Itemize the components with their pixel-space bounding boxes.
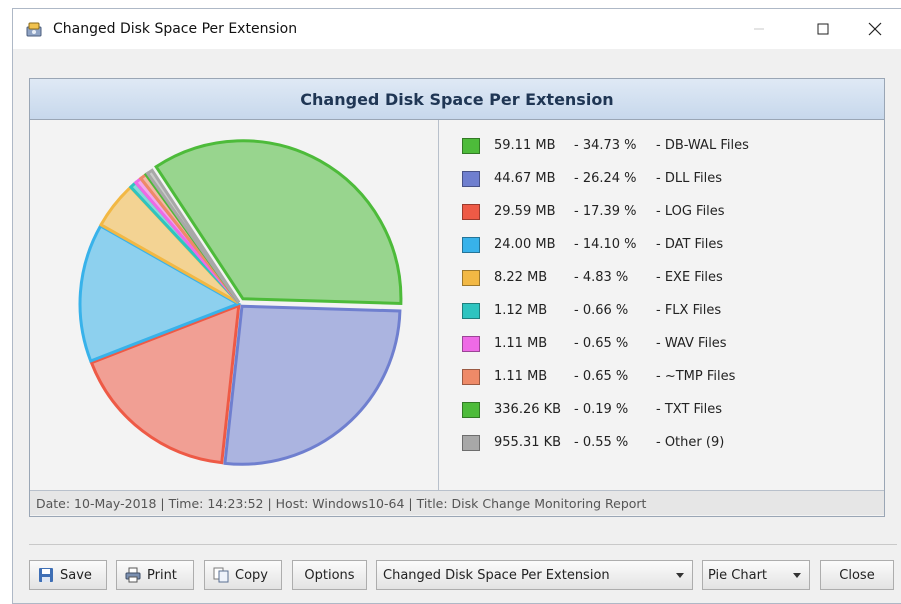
options-button[interactable]: Options <box>292 560 367 590</box>
legend-size: 336.26 KB <box>494 402 562 417</box>
legend-size: 8.22 MB <box>494 270 548 285</box>
legend-percent: - 34.73 % <box>574 138 637 153</box>
app-icon <box>26 22 42 37</box>
chart-type-select[interactable]: Pie Chart <box>702 560 810 590</box>
window-title: Changed Disk Space Per Extension <box>53 21 298 37</box>
report-type-select[interactable]: Changed Disk Space Per Extension <box>376 560 693 590</box>
chart-title: Changed Disk Space Per Extension <box>30 79 884 120</box>
legend-swatch <box>462 138 480 154</box>
options-label: Options <box>304 567 355 583</box>
legend-label: - DAT Files <box>656 237 724 252</box>
divider <box>438 120 439 490</box>
legend-label: - TXT Files <box>656 402 723 417</box>
close-icon <box>868 22 882 36</box>
legend-label: - Other (9) <box>656 435 725 450</box>
legend-percent: - 0.19 % <box>574 402 629 417</box>
legend-label: - FLX Files <box>656 303 722 318</box>
save-button[interactable]: Save <box>29 560 107 590</box>
save-label: Save <box>60 567 92 583</box>
legend-size: 44.67 MB <box>494 171 556 186</box>
legend-label: - ~TMP Files <box>656 369 736 384</box>
legend-item: 1.11 MB - 0.65 % - WAV Files <box>460 335 870 355</box>
legend-item: 29.59 MB - 17.39 % - LOG Files <box>460 203 870 223</box>
legend-swatch <box>462 402 480 418</box>
legend-swatch <box>462 369 480 385</box>
legend-size: 1.11 MB <box>494 336 548 351</box>
close-label: Close <box>839 567 875 583</box>
legend-label: - LOG Files <box>656 204 725 219</box>
pie-slice <box>223 304 402 466</box>
title-bar: Changed Disk Space Per Extension <box>13 9 901 49</box>
minimize-button[interactable] <box>735 9 783 49</box>
chart-footer: Date: 10-May-2018 | Time: 14:23:52 | Hos… <box>30 490 884 515</box>
legend-percent: - 0.55 % <box>574 435 629 450</box>
legend-percent: - 0.65 % <box>574 369 629 384</box>
legend-size: 29.59 MB <box>494 204 556 219</box>
close-button[interactable]: Close <box>820 560 894 590</box>
chart-panel: Changed Disk Space Per Extension 59.11 M… <box>29 78 885 517</box>
legend-swatch <box>462 171 480 187</box>
print-label: Print <box>147 567 177 583</box>
legend-item: 8.22 MB - 4.83 % - EXE Files <box>460 269 870 289</box>
legend-item: 59.11 MB - 34.73 % - DB-WAL Files <box>460 137 870 157</box>
copy-label: Copy <box>235 567 268 583</box>
print-button[interactable]: Print <box>116 560 194 590</box>
legend-size: 955.31 KB <box>494 435 562 450</box>
legend-item: 1.12 MB - 0.66 % - FLX Files <box>460 302 870 322</box>
legend-size: 1.11 MB <box>494 369 548 384</box>
legend-percent: - 0.65 % <box>574 336 629 351</box>
legend-swatch <box>462 237 480 253</box>
legend-size: 1.12 MB <box>494 303 548 318</box>
legend-swatch <box>462 270 480 286</box>
legend-swatch <box>462 336 480 352</box>
legend-size: 59.11 MB <box>494 138 556 153</box>
legend-percent: - 14.10 % <box>574 237 637 252</box>
legend-swatch <box>462 204 480 220</box>
legend-percent: - 26.24 % <box>574 171 637 186</box>
legend-item: 955.31 KB - 0.55 % - Other (9) <box>460 434 870 454</box>
chevron-down-icon <box>793 573 801 578</box>
save-icon <box>39 568 53 582</box>
legend-swatch <box>462 435 480 451</box>
legend-swatch <box>462 303 480 319</box>
legend-label: - EXE Files <box>656 270 723 285</box>
report-type-value: Changed Disk Space Per Extension <box>383 567 610 583</box>
separator <box>29 544 897 545</box>
chevron-down-icon <box>676 573 684 578</box>
maximize-button[interactable] <box>799 9 847 49</box>
legend-percent: - 0.66 % <box>574 303 629 318</box>
pie-area <box>30 120 438 490</box>
legend-size: 24.00 MB <box>494 237 556 252</box>
legend-percent: - 4.83 % <box>574 270 629 285</box>
legend-item: 1.11 MB - 0.65 % - ~TMP Files <box>460 368 870 388</box>
legend-item: 336.26 KB - 0.19 % - TXT Files <box>460 401 870 421</box>
legend-label: - DLL Files <box>656 171 722 186</box>
legend-label: - DB-WAL Files <box>656 138 749 153</box>
copy-icon <box>213 567 229 583</box>
minimize-icon <box>754 28 764 30</box>
legend-label: - WAV Files <box>656 336 727 351</box>
chart-type-value: Pie Chart <box>708 567 768 583</box>
copy-button[interactable]: Copy <box>204 560 282 590</box>
legend-item: 24.00 MB - 14.10 % - DAT Files <box>460 236 870 256</box>
maximize-icon <box>817 23 829 35</box>
legend-percent: - 17.39 % <box>574 204 637 219</box>
printer-icon <box>125 567 141 583</box>
close-window-button[interactable] <box>851 9 899 49</box>
legend-item: 44.67 MB - 26.24 % - DLL Files <box>460 170 870 190</box>
pie-chart <box>78 139 403 466</box>
